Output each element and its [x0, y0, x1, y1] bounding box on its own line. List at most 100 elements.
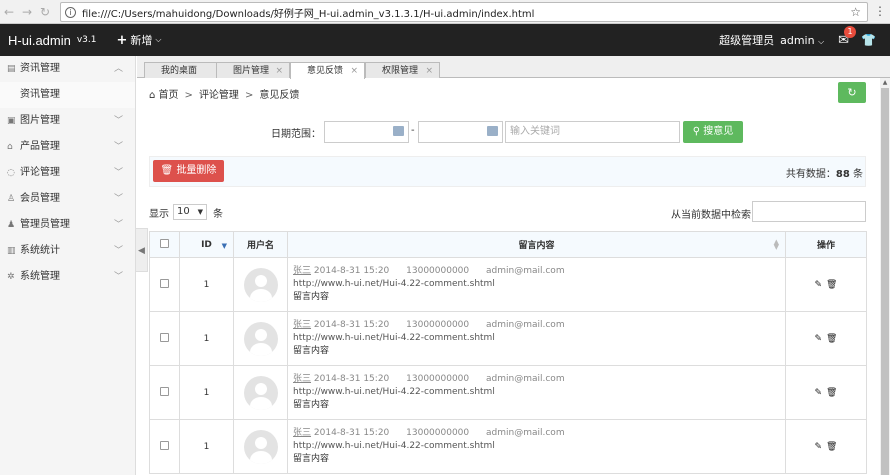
user-name: admin [780, 33, 815, 47]
date-range-label: 日期范围： [271, 129, 321, 140]
sidebar-item-label: 管理员管理 [20, 219, 70, 230]
sidebar-item-images[interactable]: ▣ 图片管理 ﹀ [0, 108, 135, 134]
date-end-input[interactable] [418, 121, 503, 143]
reload-icon[interactable]: ↻ [36, 5, 54, 19]
chevron-down-icon: ⌵ [155, 35, 162, 44]
member-icon: ♙ [7, 194, 16, 204]
sidebar-subitem-news[interactable]: 资讯管理 [0, 82, 135, 108]
mail-icon[interactable]: ✉ 1 [838, 25, 857, 48]
author-link[interactable]: 张三 [293, 428, 311, 438]
trash-icon[interactable]: 🗑 [826, 280, 837, 290]
close-icon[interactable]: × [350, 63, 358, 79]
close-icon[interactable]: × [425, 63, 433, 79]
scroll-up-icon[interactable]: ▲ [880, 78, 890, 88]
add-menu-label: 新增 [130, 34, 153, 47]
address-bar[interactable]: i file:///C:/Users/mahuidong/Downloads/好… [60, 2, 868, 22]
tab-feedback[interactable]: 意见反馈 × [290, 62, 365, 79]
content-header[interactable]: 留言内容 ▲ ▼ [287, 231, 786, 258]
forward-icon[interactable]: → [18, 5, 36, 19]
refresh-button[interactable]: ↻ [838, 82, 866, 103]
select-all-checkbox[interactable] [160, 238, 169, 248]
add-menu-button[interactable]: + 新增 ⌵ [117, 32, 162, 48]
id-header[interactable]: ID ▼ [179, 231, 234, 258]
filter-input[interactable] [752, 201, 866, 222]
sidebar-collapse-toggle[interactable]: ◀ [136, 228, 148, 272]
breadcrumb-separator: > [244, 90, 254, 101]
author-link[interactable]: 张三 [293, 374, 311, 384]
message-url: http://www.h-ui.net/Hui-4.22-comment.sht… [293, 441, 495, 451]
browser-menu-icon[interactable]: ⋮ [874, 4, 886, 18]
bookmark-star-icon[interactable]: ☆ [850, 5, 861, 19]
total-suffix: 条 [849, 169, 863, 180]
page-scrollbar[interactable]: ▲ [880, 78, 890, 475]
breadcrumb-home[interactable]: 首页 [159, 90, 179, 101]
date-start-input[interactable] [324, 121, 409, 143]
message-url: http://www.h-ui.net/Hui-4.22-comment.sht… [293, 387, 495, 397]
sidebar-item-stats[interactable]: ▥ 系统统计 ﹀ [0, 238, 135, 264]
tab-bar: 我的桌面 图片管理 × 意见反馈 × 权限管理 × [137, 56, 890, 79]
page-length-select[interactable]: 10 ▼ [173, 204, 207, 220]
tab-images[interactable]: 图片管理 × [216, 62, 290, 78]
message-cell: 张三 2014-8-31 15:20 13000000000 admin@mai… [287, 419, 786, 474]
scrollbar-thumb[interactable] [881, 88, 889, 475]
total-prefix: 共有数据： [785, 169, 836, 180]
close-icon[interactable]: × [275, 63, 283, 79]
author-link[interactable]: 张三 [293, 320, 311, 330]
trash-icon[interactable]: 🗑 [826, 334, 837, 344]
sidebar-item-members[interactable]: ♙ 会员管理 ﹀ [0, 186, 135, 212]
sidebar-item-label: 系统统计 [20, 245, 60, 256]
news-icon: ▤ [7, 64, 16, 74]
tab-desktop[interactable]: 我的桌面 [144, 62, 218, 78]
message-phone: 13000000000 [406, 320, 470, 330]
info-icon[interactable]: i [65, 6, 76, 18]
row-checkbox[interactable] [160, 278, 169, 288]
sidebar-item-products[interactable]: ⌂ 产品管理 ﹀ [0, 134, 135, 160]
row-checkbox[interactable] [160, 332, 169, 342]
ops-header: 操作 [785, 231, 867, 258]
tab-label: 意见反馈 [307, 66, 344, 76]
edit-icon[interactable]: ✎ [815, 442, 823, 452]
batch-delete-label: 批量删除 [176, 165, 217, 176]
length-suffix: 条 [213, 208, 223, 220]
sidebar-item-admins[interactable]: ♟ 管理员管理 ﹀ [0, 212, 135, 238]
date-range-dash: - [411, 125, 415, 136]
breadcrumb-separator: > [184, 90, 193, 101]
sidebar-item-comments[interactable]: ◌ 评论管理 ﹀ [0, 160, 135, 186]
author-link[interactable]: 张三 [293, 266, 311, 276]
back-icon[interactable]: ← [0, 5, 18, 19]
edit-icon[interactable]: ✎ [815, 334, 823, 344]
breadcrumb-level1[interactable]: 评论管理 [199, 90, 239, 101]
message-phone: 13000000000 [406, 428, 470, 438]
logo[interactable]: H-ui.admin [8, 33, 71, 48]
sidebar-item-label: 产品管理 [20, 141, 60, 152]
edit-icon[interactable]: ✎ [815, 280, 823, 290]
sidebar-item-news[interactable]: ▤ 资讯管理 ︿ [0, 56, 135, 82]
home-icon: ⌂ [149, 90, 156, 101]
tab-label: 权限管理 [382, 66, 419, 76]
batch-delete-button[interactable]: 🗑 批量删除 [153, 160, 224, 182]
filter-label: 从当前数据中检索: [671, 210, 755, 221]
sidebar-item-system[interactable]: ✲ 系统管理 ﹀ [0, 264, 135, 290]
skin-icon[interactable]: 👕 [861, 33, 876, 47]
breadcrumb-level2: 意见反馈 [259, 90, 300, 101]
sort-desc-icon: ▼ [221, 242, 227, 250]
tab-label: 我的桌面 [161, 66, 198, 76]
trash-icon[interactable]: 🗑 [826, 388, 837, 398]
keyword-input[interactable]: 输入关键词 [505, 121, 680, 143]
row-checkbox[interactable] [160, 386, 169, 396]
avatar [243, 321, 278, 356]
header-label: 操作 [816, 241, 835, 251]
message-cell: 张三 2014-8-31 15:20 13000000000 admin@mai… [287, 311, 786, 366]
tab-permissions[interactable]: 权限管理 × [365, 62, 440, 78]
sidebar-item-label: 资讯管理 [20, 63, 60, 74]
header-label: 用户名 [246, 241, 274, 251]
edit-icon[interactable]: ✎ [815, 388, 823, 398]
message-text: 留言内容 [293, 346, 330, 356]
user-menu[interactable]: admin ⌵ [780, 34, 824, 47]
sidebar-item-label: 系统管理 [20, 271, 60, 282]
search-button[interactable]: ⚲ 搜意见 [683, 121, 743, 143]
row-checkbox[interactable] [160, 440, 169, 450]
image-icon: ▣ [7, 116, 16, 126]
trash-icon[interactable]: 🗑 [826, 442, 837, 452]
sidebar: ▤ 资讯管理 ︿ 资讯管理 ▣ 图片管理 ﹀ ⌂ 产品管理 ﹀ ◌ 评论管理 ﹀ ♙ 会员… [0, 56, 136, 475]
